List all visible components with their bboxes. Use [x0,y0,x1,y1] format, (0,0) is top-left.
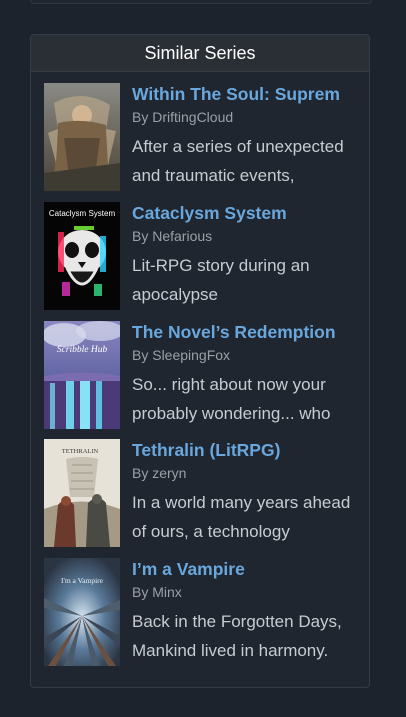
cover-title-text: Scribble Hub [57,345,108,355]
series-author[interactable]: By DriftingCloud [132,108,357,126]
series-title-link[interactable]: Tethralin (LitRPG) [132,439,357,461]
waterfall-cover-icon: Scribble Hub [44,321,120,429]
warrior-cover-icon [44,83,120,191]
series-description: So... right about now your probably wond… [132,375,331,423]
series-cover[interactable] [44,83,120,191]
series-author[interactable]: By Minx [132,583,357,601]
series-title-link[interactable]: The Novel’s Redemption [132,321,357,343]
series-description: After a series of unexpected and traumat… [132,137,344,185]
series-author[interactable]: By Nefarious [132,227,357,245]
series-description: Back in the Forgotten Days, Mankind live… [132,612,342,660]
series-title-link[interactable]: I’m a Vampire [132,558,357,580]
series-author[interactable]: By zeryn [132,464,357,482]
series-title-link[interactable]: Within The Soul: Suprem [132,83,357,105]
series-title-link[interactable]: Cataclysm System [132,202,357,224]
skull-cover-icon: Cataclysm System [44,202,120,310]
series-description: In a world many years ahead of ours, a t… [132,493,351,541]
similar-series-panel: Similar Series Within The Soul: Suprem B… [30,34,370,688]
series-cover[interactable]: Cataclysm System [44,202,120,310]
panel-title: Similar Series [31,35,369,72]
previous-panel-edge [30,0,372,4]
cover-title-text: I'm a Vampire [61,576,104,585]
series-description: Lit-RPG story during an apocalypse [132,256,310,304]
series-cover[interactable]: Scribble Hub [44,321,120,429]
cover-title-text: TETHRALIN [62,448,99,455]
tower-cover-icon: TETHRALIN [44,439,120,547]
series-author[interactable]: By SleepingFox [132,346,357,364]
series-cover[interactable]: I'm a Vampire [44,558,120,666]
city-cover-icon: I'm a Vampire [44,558,120,666]
cover-title-text: Cataclysm System [49,209,116,218]
series-cover[interactable]: TETHRALIN [44,439,120,547]
